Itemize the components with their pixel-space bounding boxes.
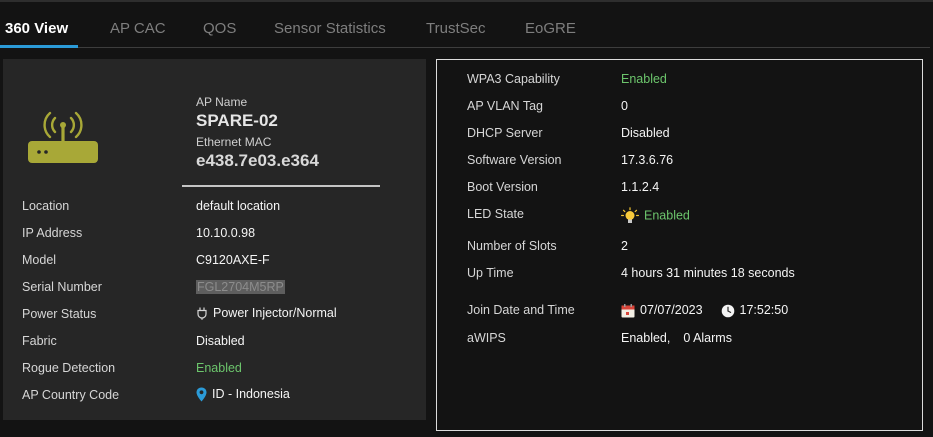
tab-eogre[interactable]: EoGRE (525, 20, 576, 37)
power-status-label: Power Status (22, 307, 97, 321)
tab-360-view[interactable]: 360 View (5, 20, 68, 37)
power-status-value: Power Injector/Normal (196, 306, 337, 321)
tab-trustsec[interactable]: TrustSec (426, 20, 485, 37)
boot-version-value: 1.1.2.4 (621, 180, 660, 194)
clock-icon (721, 304, 734, 318)
ip-address-label: IP Address (22, 226, 83, 240)
tab-qos[interactable]: QOS (203, 20, 236, 37)
awips-label: aWIPS (467, 331, 506, 345)
lightbulb-icon (621, 207, 639, 223)
calendar-icon (621, 303, 635, 318)
power-status-text: Power Injector/Normal (213, 306, 337, 320)
serial-number-text: FGL2704M5RP (196, 280, 285, 294)
led-state-value: Enabled (621, 207, 690, 225)
serial-number-value[interactable]: FGL2704M5RP (196, 280, 285, 294)
fabric-value: Disabled (196, 334, 245, 348)
ap-summary-panel: AP Name SPARE-02 Ethernet MAC e438.7e03.… (3, 59, 426, 420)
model-label: Model (22, 253, 57, 267)
up-time-value: 4 hours 31 minutes 18 seconds (621, 266, 795, 280)
header-divider (182, 185, 380, 187)
tab-ap-cac[interactable]: AP CAC (110, 20, 166, 37)
num-slots-label: Number of Slots (467, 239, 557, 253)
led-state-text: Enabled (644, 208, 690, 223)
country-code-label: AP Country Code (22, 388, 120, 402)
boot-version-label: Boot Version (467, 180, 538, 194)
join-date-text: 07/07/2023 (640, 303, 703, 317)
access-point-icon (28, 111, 98, 163)
up-time-label: Up Time (467, 266, 514, 280)
awips-alarms[interactable]: 0 Alarms (683, 331, 732, 345)
tab-divider (0, 47, 930, 48)
awips-value: Enabled, 0 Alarms (621, 331, 732, 345)
ap-name-value: SPARE-02 (196, 111, 278, 130)
led-state-label: LED State (467, 207, 524, 221)
tab-sensor-statistics[interactable]: Sensor Statistics (274, 20, 386, 37)
active-tab-indicator (0, 45, 78, 48)
vlan-tag-label: AP VLAN Tag (467, 99, 543, 113)
rogue-detection-label: Rogue Detection (22, 361, 116, 375)
awips-status: Enabled, (621, 331, 671, 345)
serial-number-label: Serial Number (22, 280, 102, 294)
ip-address-value: 10.10.0.98 (196, 226, 256, 240)
join-date-label: Join Date and Time (467, 303, 575, 317)
dhcp-server-label: DHCP Server (467, 126, 543, 140)
dhcp-server-value: Disabled (621, 126, 670, 140)
ap-name-label: AP Name (196, 95, 248, 109)
software-version-label: Software Version (467, 153, 562, 167)
vlan-tag-value: 0 (621, 99, 628, 113)
tab-bar: 360 View AP CAC QOS Sensor Statistics Tr… (0, 0, 933, 50)
country-code-text: ID - Indonesia (212, 387, 290, 401)
country-code-value: ID - Indonesia (196, 387, 290, 402)
wpa3-value: Enabled (621, 72, 667, 86)
num-slots-value: 2 (621, 239, 628, 253)
ap-details-panel: WPA3 Capability Enabled AP VLAN Tag 0 DH… (436, 59, 923, 431)
ethernet-mac-label: Ethernet MAC (196, 135, 272, 149)
fabric-label: Fabric (22, 334, 57, 348)
ethernet-mac-value: e438.7e03.e364 (196, 151, 319, 170)
rogue-detection-value: Enabled (196, 361, 242, 375)
join-time-text: 17:52:50 (739, 303, 789, 317)
map-pin-icon (196, 387, 207, 402)
software-version-value: 17.3.6.76 (621, 153, 674, 167)
location-label: Location (22, 199, 70, 213)
model-value: C9120AXE-F (196, 253, 270, 267)
join-date-value: 07/07/2023 17:52:50 (621, 303, 788, 318)
location-value: default location (196, 199, 281, 213)
power-plug-icon (197, 307, 207, 321)
wpa3-label: WPA3 Capability (467, 72, 560, 86)
